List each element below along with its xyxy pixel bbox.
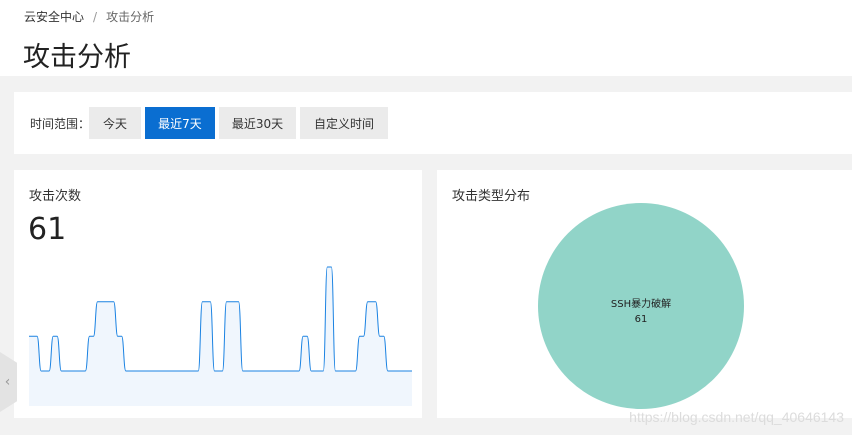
time-option-7days[interactable]: 最近7天 xyxy=(145,107,215,139)
watermark: https://blog.csdn.net/qq_40646143 xyxy=(629,409,844,425)
attack-type-card: 攻击类型分布 SSH暴力破解 61 xyxy=(437,170,852,418)
breadcrumb: 云安全中心 / 攻击分析 xyxy=(24,8,154,25)
breadcrumb-separator: / xyxy=(93,9,98,24)
attack-type-pie-chart: SSH暴力破解 61 xyxy=(538,203,744,409)
pie-slice-value: 61 xyxy=(635,314,648,325)
time-option-today[interactable]: 今天 xyxy=(89,107,141,139)
attack-count-line-chart xyxy=(29,266,412,406)
time-option-custom[interactable]: 自定义时间 xyxy=(300,107,388,139)
page-header: 云安全中心 / 攻击分析 攻击分析 xyxy=(0,0,852,76)
breadcrumb-current: 攻击分析 xyxy=(106,10,155,24)
attack-count-value: 61 xyxy=(28,212,67,247)
time-option-30days[interactable]: 最近30天 xyxy=(219,107,296,139)
page-title: 攻击分析 xyxy=(23,42,131,73)
attack-count-card: 攻击次数 61 xyxy=(14,170,422,418)
pie-slice-label: SSH暴力破解 xyxy=(611,297,671,310)
chevron-left-icon: ‹ xyxy=(4,374,11,390)
line-chart-series xyxy=(29,266,412,372)
time-range-label: 时间范围： xyxy=(30,117,91,131)
attack-count-title: 攻击次数 xyxy=(29,189,82,204)
time-filter-bar: 时间范围： 今天 最近7天 最近30天 自定义时间 xyxy=(14,92,852,154)
line-chart-area xyxy=(29,267,412,406)
breadcrumb-root[interactable]: 云安全中心 xyxy=(24,8,84,25)
